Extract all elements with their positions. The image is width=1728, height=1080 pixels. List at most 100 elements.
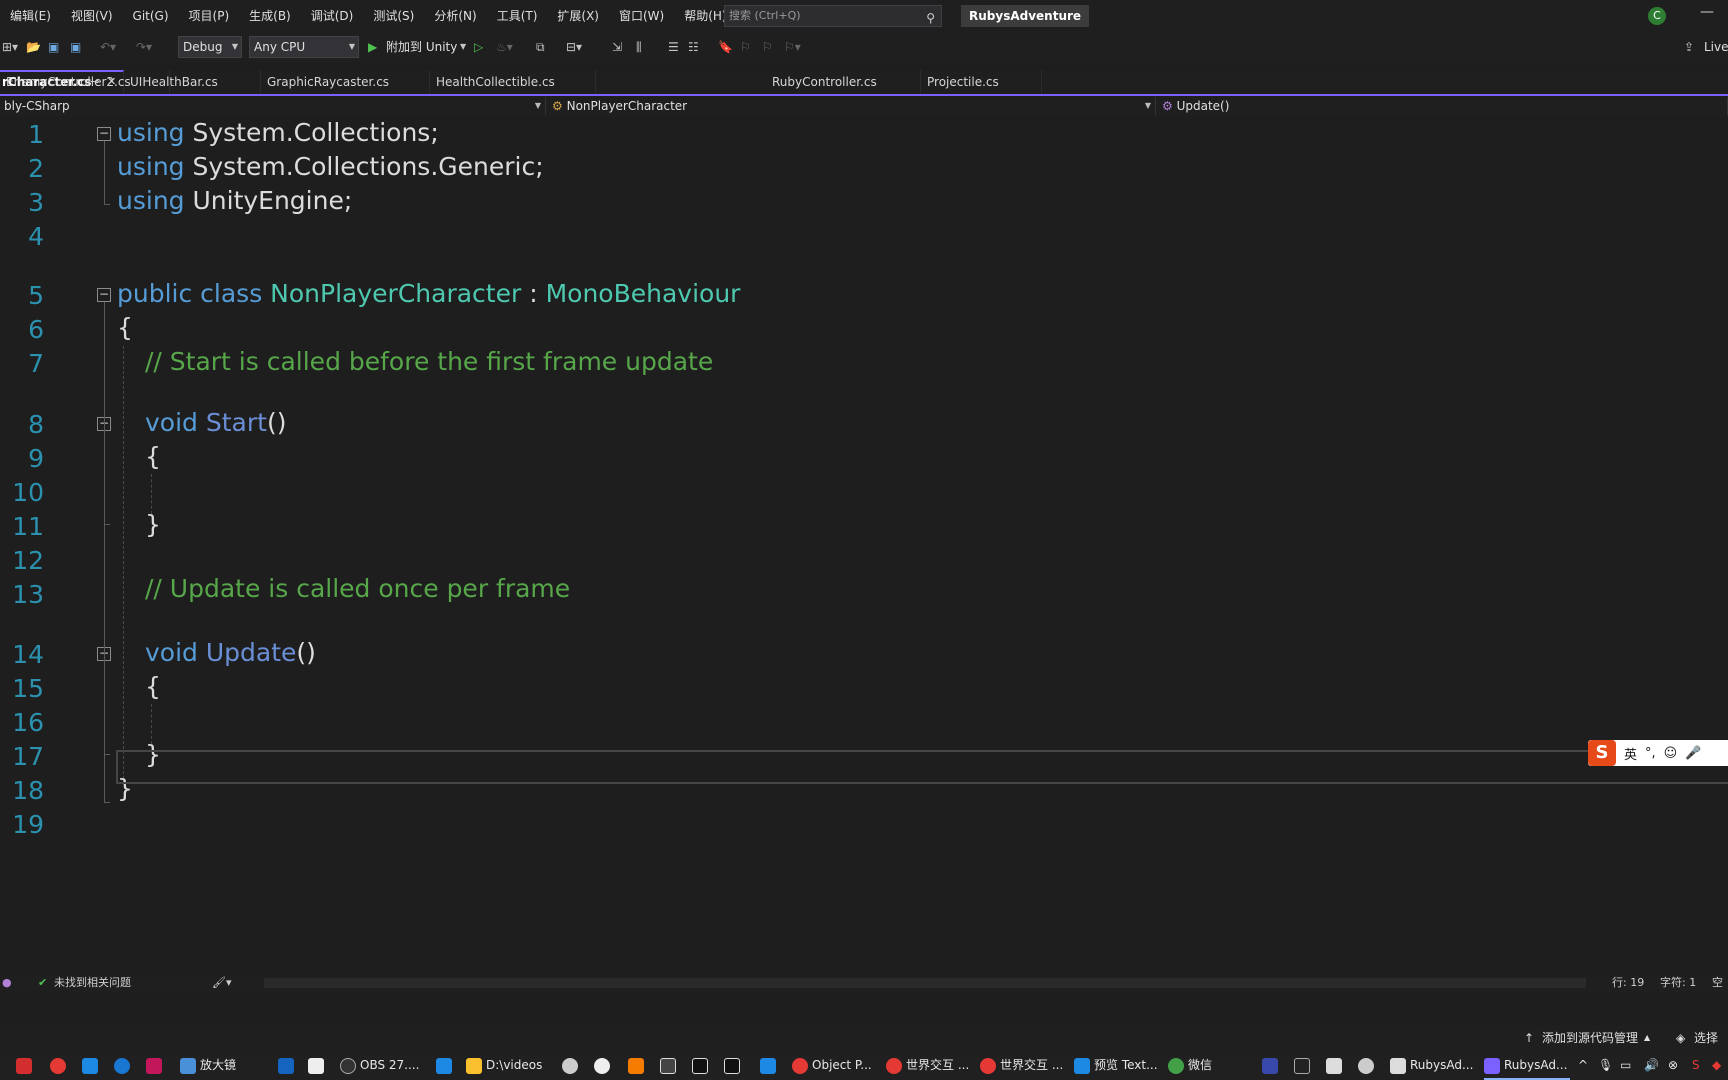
app-tray-icon[interactable]: ◆ — [1712, 1050, 1721, 1080]
bookmark-icon[interactable]: 🔖 — [718, 32, 733, 62]
magnifier-taskbar-item[interactable]: 放大镜 — [180, 1050, 236, 1080]
vs-taskbar-item[interactable]: RubysAd... — [1484, 1050, 1567, 1080]
close-circle-icon[interactable]: ⊗ — [1668, 1050, 1678, 1080]
project-dropdown[interactable]: bly-CSharp ▼ — [0, 97, 546, 115]
save-icon[interactable]: ▣ — [48, 32, 59, 62]
breakpoints-icon[interactable]: ⫼ — [636, 32, 642, 62]
outdent-icon[interactable]: ☷ — [688, 32, 699, 62]
volume-icon[interactable]: 🔊 — [1644, 1050, 1659, 1080]
platform-select[interactable]: Any CPU ▼ — [249, 36, 359, 58]
add-to-source-control[interactable]: 添加到源代码管理 — [1542, 1026, 1638, 1050]
ime-toolbar[interactable]: S 英 °, ☺ 🎤 — [1588, 740, 1728, 766]
search-icon[interactable]: ⚲ — [926, 8, 935, 28]
menu-analyze[interactable]: 分析(N) — [424, 0, 486, 32]
indent-icon[interactable]: ☰ — [668, 32, 679, 62]
brush-icon[interactable]: 🖌▾ — [212, 974, 232, 992]
menu-project[interactable]: 项目(P) — [179, 0, 240, 32]
step-icon[interactable]: ⇲ — [612, 32, 622, 62]
type-dropdown[interactable]: ⚙ NonPlayerCharacter ▼ — [548, 97, 1156, 115]
chevron-up-icon[interactable]: ▲ — [1644, 1026, 1650, 1050]
book-icon[interactable] — [436, 1057, 452, 1074]
unity-taskbar-item[interactable]: RubysAd... — [1390, 1050, 1473, 1080]
app-icon[interactable] — [628, 1057, 644, 1074]
bilibili-icon[interactable] — [146, 1057, 162, 1074]
tab-graphicraycaster[interactable]: GraphicRaycaster.cs — [261, 70, 430, 94]
terminal-icon[interactable] — [1294, 1057, 1310, 1074]
weibo-icon[interactable] — [50, 1057, 66, 1074]
tab-healthcollectible[interactable]: HealthCollectible.cs — [430, 70, 596, 94]
obs-taskbar-item[interactable]: OBS 27.... — [340, 1050, 419, 1080]
wechat-icon — [1168, 1057, 1184, 1074]
wechat-taskbar-item[interactable]: 微信 — [1168, 1050, 1212, 1080]
tray-chevron-up-icon[interactable]: ^ — [1578, 1050, 1588, 1080]
ime-punct[interactable]: °, — [1645, 746, 1656, 761]
clear-bookmark-icon[interactable]: ⚐▾ — [784, 32, 801, 62]
start-without-debug-icon[interactable]: ▷ — [474, 32, 483, 62]
account-avatar[interactable]: C — [1648, 7, 1666, 25]
unity-hub-icon[interactable] — [1358, 1057, 1374, 1074]
tab-projectile[interactable]: Projectile.cs — [921, 70, 1042, 94]
collapse-icon[interactable]: − — [97, 288, 111, 302]
live-share-icon[interactable]: ⇪ — [1684, 32, 1694, 62]
app-icon[interactable] — [760, 1057, 776, 1074]
redo-icon[interactable]: ↷▾ — [136, 32, 152, 62]
ime-mode[interactable]: 英 — [1624, 744, 1637, 763]
configuration-select[interactable]: Debug ▼ — [178, 36, 242, 58]
network-icon[interactable]: ▭ — [1620, 1050, 1631, 1080]
edit-icon[interactable] — [278, 1057, 294, 1074]
chrome-taskbar-item-3[interactable]: 世界交互 ... — [980, 1050, 1063, 1080]
app-icon[interactable] — [562, 1057, 578, 1074]
collapse-icon[interactable]: − — [97, 127, 111, 141]
menu-build[interactable]: 生成(B) — [239, 0, 301, 32]
chat-icon[interactable] — [594, 1057, 610, 1074]
feishu-icon[interactable] — [82, 1057, 98, 1074]
chrome-taskbar-item-1[interactable]: Object P... — [792, 1050, 872, 1080]
menu-test[interactable]: 测试(S) — [363, 0, 424, 32]
wps-icon[interactable] — [660, 1057, 676, 1074]
app-icon[interactable] — [1326, 1057, 1342, 1074]
menu-tools[interactable]: 工具(T) — [487, 0, 548, 32]
open-folder-icon[interactable]: 📂 — [26, 32, 41, 62]
chevron-down-icon[interactable]: ▼ — [460, 32, 466, 62]
intellij-icon[interactable] — [724, 1057, 740, 1074]
play-icon[interactable]: ▶ — [368, 32, 377, 62]
solution-explorer-icon[interactable]: ⧉ — [536, 32, 545, 62]
hot-reload-icon[interactable]: ♨▾ — [496, 32, 513, 62]
prev-bookmark-icon[interactable]: ⚐ — [740, 32, 751, 62]
code-editor[interactable]: 1 2 3 4 5 6 7 8 9 10 11 12 13 14 15 16 1… — [0, 116, 1728, 974]
new-item-icon[interactable]: ⊞▾ — [2, 32, 18, 62]
search-box[interactable]: 搜索 (Ctrl+Q) ⚲ — [724, 5, 942, 27]
terminal-icon[interactable] — [308, 1057, 324, 1074]
undo-icon[interactable]: ↶▾ — [100, 32, 116, 62]
menu-edit[interactable]: 编辑(E) — [0, 0, 61, 32]
copilot-icon[interactable]: ● — [2, 974, 12, 992]
sogou-tray-icon[interactable]: S — [1692, 1050, 1700, 1080]
issues-status[interactable]: 未找到相关问题 — [54, 974, 131, 992]
menu-debug[interactable]: 调试(D) — [301, 0, 364, 32]
chrome-taskbar-item-2[interactable]: 世界交互 ... — [886, 1050, 969, 1080]
microphone-icon[interactable]: 🎙 — [1598, 1050, 1613, 1080]
base-class-name: MonoBehaviour — [545, 279, 741, 308]
minimize-button[interactable]: — — [1700, 4, 1714, 20]
attach-unity-button[interactable]: 附加到 Unity — [386, 32, 457, 62]
horizontal-scrollbar[interactable] — [264, 978, 1586, 988]
microphone-icon[interactable]: 🎤 — [1685, 746, 1701, 761]
menu-view[interactable]: 视图(V) — [61, 0, 123, 32]
edge-icon[interactable] — [114, 1057, 130, 1074]
save-all-icon[interactable]: ▣ — [70, 32, 81, 62]
tab-enemycontroller2[interactable]: EnemyController2.cs — [0, 70, 170, 94]
menu-extensions[interactable]: 扩展(X) — [547, 0, 609, 32]
member-dropdown[interactable]: ⚙ Update() — [1158, 97, 1728, 115]
live-share-button[interactable]: Live — [1704, 32, 1728, 62]
explorer-taskbar-item[interactable]: D:\videos — [466, 1050, 542, 1080]
powershell-icon[interactable] — [1262, 1057, 1278, 1074]
pycharm-icon[interactable] — [692, 1057, 708, 1074]
next-bookmark-icon[interactable]: ⚐ — [762, 32, 773, 62]
menu-window[interactable]: 窗口(W) — [609, 0, 674, 32]
tab-rubycontroller[interactable]: RubyController.cs — [766, 70, 921, 94]
app-icon[interactable] — [16, 1057, 32, 1074]
layout-icon[interactable]: ⊟▾ — [566, 32, 582, 62]
vscode-taskbar-item[interactable]: 预览 Text... — [1074, 1050, 1158, 1080]
menu-git[interactable]: Git(G) — [123, 0, 179, 32]
emoji-icon[interactable]: ☺ — [1664, 746, 1678, 761]
